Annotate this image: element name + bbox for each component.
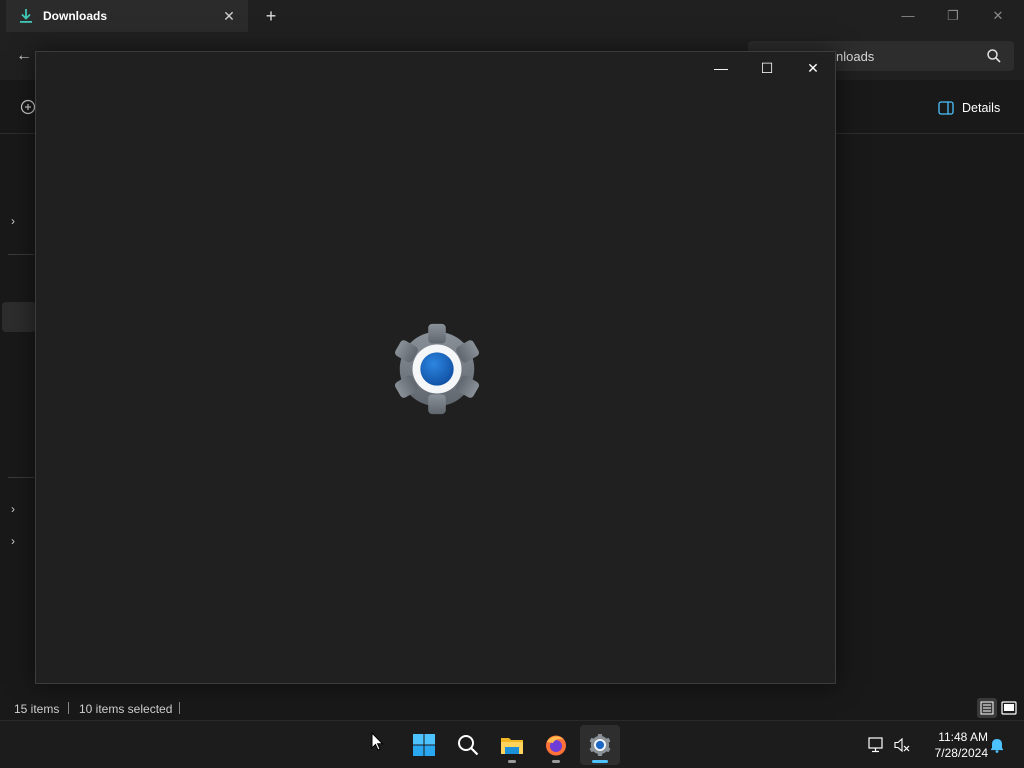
start-icon (413, 734, 435, 756)
notification-bell-icon[interactable] (988, 737, 1006, 753)
details-button[interactable]: Details (938, 98, 1000, 118)
nav-divider (8, 477, 34, 478)
settings-close-button[interactable]: ✕ (793, 56, 833, 80)
clock-date: 7/28/2024 (934, 746, 988, 760)
status-separator (179, 702, 180, 714)
search-text: nloads (836, 49, 875, 64)
taskbar-settings[interactable] (580, 725, 620, 765)
status-bar: 15 items 10 items selected (0, 697, 1024, 720)
clock-time: 11:48 AM (938, 730, 988, 744)
tab-downloads[interactable]: Downloads ✕ (6, 0, 248, 32)
settings-window: — ☐ ✕ (35, 51, 836, 684)
download-icon (20, 9, 32, 23)
file-explorer-icon (501, 738, 523, 754)
selected-count: 10 items selected (79, 702, 173, 716)
nav-divider (8, 254, 34, 255)
settings-maximize-button[interactable]: ☐ (747, 56, 787, 80)
taskbar-file-explorer[interactable] (492, 725, 532, 765)
details-pane-icon (938, 101, 954, 115)
details-label: Details (962, 101, 1001, 115)
network-icon[interactable] (868, 737, 886, 753)
nav-selected-item[interactable] (2, 302, 36, 332)
clock[interactable]: 11:48 AM 7/28/2024 (918, 729, 988, 761)
new-tab-button[interactable]: + (262, 6, 280, 26)
tab-title: Downloads (43, 9, 108, 23)
details-view-icon[interactable] (977, 698, 997, 718)
large-icons-view-icon[interactable] (999, 698, 1019, 718)
explorer-close-button[interactable]: ✕ (983, 4, 1013, 28)
mouse-cursor-icon (371, 732, 384, 751)
nav-expand-chevron-icon[interactable]: › (11, 215, 23, 227)
nav-expand-chevron-icon[interactable]: › (11, 535, 23, 547)
item-count: 15 items (14, 702, 60, 716)
active-indicator (592, 760, 608, 763)
tab-close-icon[interactable]: ✕ (220, 7, 238, 25)
settings-minimize-button[interactable]: — (701, 56, 741, 80)
volume-muted-icon[interactable] (893, 737, 911, 753)
settings-gear-icon (394, 323, 480, 415)
search-icon (458, 735, 479, 756)
explorer-tab-bar: Downloads ✕ + — ❐ ✕ (0, 0, 1024, 32)
search-icon[interactable] (986, 48, 1002, 64)
firefox-icon (546, 735, 566, 756)
settings-icon (589, 733, 611, 757)
explorer-minimize-button[interactable]: — (893, 4, 923, 28)
taskbar-search-button[interactable] (448, 725, 488, 765)
back-arrow-icon[interactable]: ← (16, 46, 36, 66)
new-plus-icon[interactable] (20, 99, 36, 115)
taskbar: 11:48 AM 7/28/2024 (0, 720, 1024, 768)
taskbar-start-button[interactable] (404, 725, 444, 765)
running-indicator (508, 760, 516, 763)
running-indicator (552, 760, 560, 763)
nav-expand-chevron-icon[interactable]: › (11, 503, 23, 515)
explorer-restore-button[interactable]: ❐ (938, 4, 968, 28)
taskbar-firefox[interactable] (536, 725, 576, 765)
desktop: Downloads ✕ + — ❐ ✕ ← nloads Details › ›… (0, 0, 1024, 768)
status-separator (68, 702, 69, 714)
